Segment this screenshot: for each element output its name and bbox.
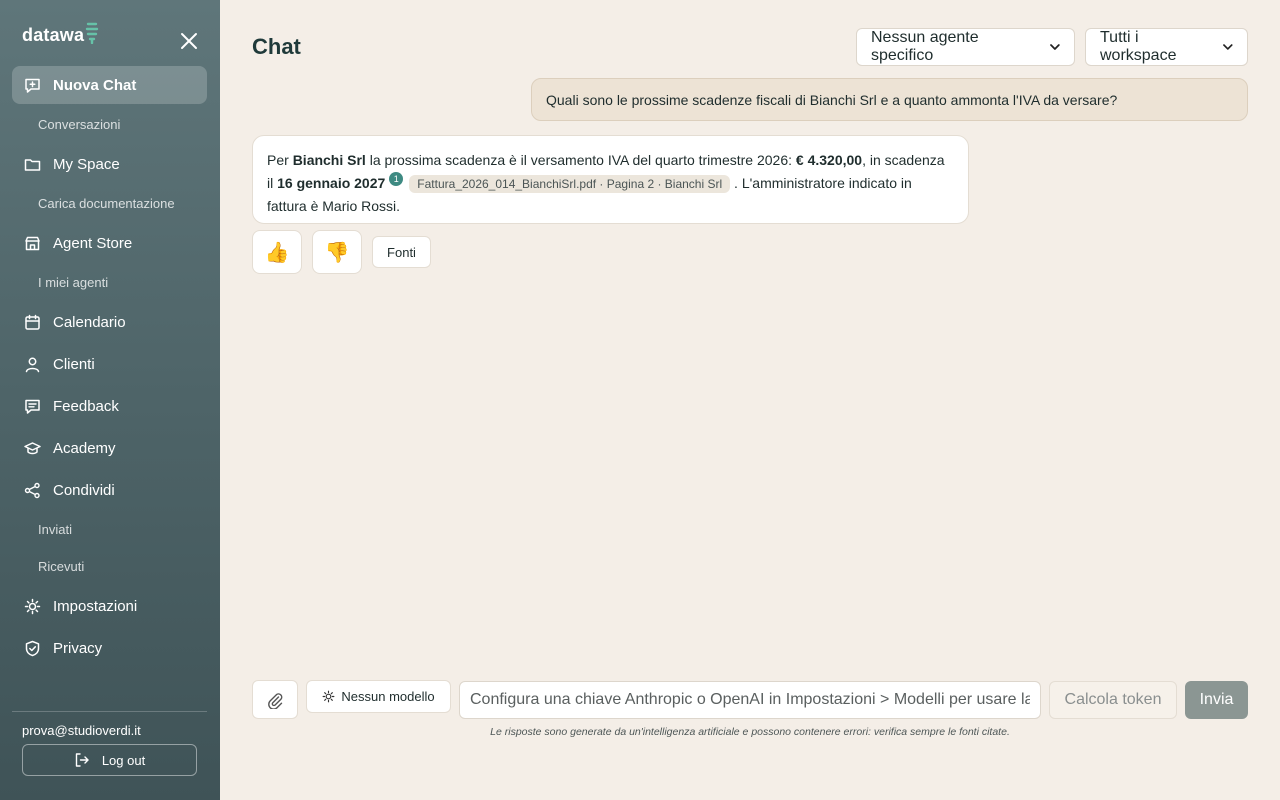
sources-button[interactable]: Fonti	[372, 236, 431, 268]
gear-icon	[322, 690, 335, 703]
sidebar: datawa Nuova Chat Conversazioni My Space…	[0, 0, 220, 800]
store-icon	[24, 235, 41, 252]
feedback-icon	[24, 398, 41, 415]
sidebar-item-label: Academy	[53, 439, 116, 457]
sidebar-item-label: Nuova Chat	[53, 76, 137, 94]
sidebar-subitem-ricevuti[interactable]: Ricevuti	[38, 559, 84, 574]
folder-icon	[24, 156, 41, 173]
user-message: Quali sono le prossime scadenze fiscali …	[531, 78, 1248, 121]
chevron-down-icon	[1223, 44, 1233, 50]
due-date: 16 gennaio 2027	[277, 175, 386, 191]
sidebar-item-label: Clienti	[53, 355, 95, 373]
sidebar-item-nuova-chat[interactable]: Nuova Chat	[12, 66, 207, 104]
logout-icon	[75, 753, 89, 767]
thumbs-down-button[interactable]: 👎	[312, 230, 362, 274]
calendar-icon	[24, 314, 41, 331]
chevron-down-icon	[1050, 44, 1060, 50]
logout-label: Log out	[101, 752, 146, 768]
workspace-select[interactable]: Tutti i workspace	[1085, 28, 1248, 66]
sidebar-item-impostazioni[interactable]: Impostazioni	[12, 587, 207, 625]
sidebar-item-label: Calendario	[53, 313, 126, 331]
sidebar-item-label: Agent Store	[53, 234, 133, 252]
thumbs-up-icon: 👍	[264, 241, 290, 264]
sidebar-item-calendario[interactable]: Calendario	[12, 303, 207, 341]
sidebar-item-feedback[interactable]: Feedback	[12, 387, 207, 425]
user-email: prova@studioverdi.it	[22, 723, 141, 738]
agent-select-value: Nessun agente specifico	[871, 29, 979, 64]
sidebar-subitem-conversazioni[interactable]: Conversazioni	[38, 117, 120, 132]
sidebar-item-privacy[interactable]: Privacy	[12, 629, 207, 667]
sidebar-item-my-space[interactable]: My Space	[12, 145, 207, 183]
thumbs-down-icon: 👎	[324, 241, 350, 264]
thumbs-up-button[interactable]: 👍	[252, 230, 302, 274]
sidebar-subitem-miei-agenti[interactable]: I miei agenti	[38, 275, 108, 290]
sidebar-item-label: Privacy	[53, 639, 103, 657]
calculate-tokens-button[interactable]: Calcola token	[1049, 681, 1177, 719]
message-text: Per	[267, 152, 293, 168]
page-title: Chat	[252, 34, 301, 59]
assistant-message: Per Bianchi Srl la prossima scadenza è i…	[252, 135, 969, 224]
citation-chip[interactable]: Fattura_2026_014_BianchiSrl.pdf · Pagina…	[409, 175, 731, 193]
agent-select[interactable]: Nessun agente specifico	[856, 28, 1075, 66]
close-sidebar-icon[interactable]	[178, 30, 200, 52]
graduation-cap-icon	[24, 440, 41, 457]
sidebar-item-label: Condividi	[53, 481, 115, 499]
message-text: la prossima scadenza è il versamento IVA…	[365, 152, 796, 168]
attach-button[interactable]	[252, 680, 298, 719]
vat-amount: € 4.320,00	[795, 152, 863, 168]
share-icon	[24, 482, 41, 499]
logo-text: datawa	[22, 25, 85, 45]
send-button[interactable]: Invia	[1185, 681, 1248, 719]
sidebar-item-label: Impostazioni	[53, 597, 138, 615]
sidebar-item-agent-store[interactable]: Agent Store	[12, 224, 207, 262]
logout-button[interactable]: Log out	[22, 744, 197, 776]
logo-mark-icon	[85, 22, 99, 49]
sidebar-divider	[12, 711, 207, 712]
paperclip-icon	[268, 692, 283, 709]
sidebar-item-label: My Space	[53, 155, 120, 173]
model-selector-button[interactable]: Nessun modello	[306, 680, 451, 713]
sidebar-subitem-inviati[interactable]: Inviati	[38, 522, 72, 537]
model-selector-label: Nessun modello	[341, 689, 435, 704]
gear-icon	[24, 598, 41, 615]
shield-icon	[24, 640, 41, 657]
citation-badge[interactable]: 1	[389, 172, 404, 186]
app-logo[interactable]: datawa	[22, 22, 99, 49]
message-input[interactable]	[459, 681, 1041, 719]
sidebar-item-label: Feedback	[53, 397, 119, 415]
ai-disclaimer: Le risposte sono generate da un'intellig…	[490, 726, 1010, 738]
company-name: Bianchi Srl	[292, 152, 366, 168]
sidebar-subitem-carica-documentazione[interactable]: Carica documentazione	[38, 196, 175, 211]
sidebar-item-clienti[interactable]: Clienti	[12, 345, 207, 383]
sidebar-item-condividi[interactable]: Condividi	[12, 471, 207, 509]
workspace-select-value: Tutti i workspace	[1100, 29, 1177, 64]
sidebar-item-academy[interactable]: Academy	[12, 429, 207, 467]
user-icon	[24, 356, 41, 373]
chat-plus-icon	[24, 77, 41, 94]
